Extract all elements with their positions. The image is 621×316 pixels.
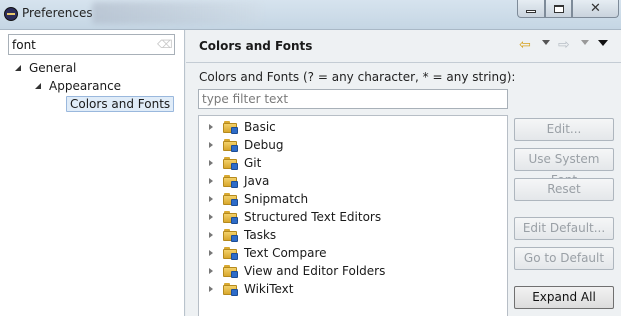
- window-title: Preferences: [22, 6, 93, 20]
- collapsed-twistie-icon[interactable]: [209, 286, 213, 292]
- collapsed-twistie-icon[interactable]: [209, 232, 213, 238]
- expand-all-button[interactable]: Expand All: [514, 286, 614, 309]
- category-structured-text-editors[interactable]: Structured Text Editors: [209, 208, 381, 226]
- window-titlebar: Preferences ✕: [0, 0, 621, 30]
- category-label: WikiText: [244, 282, 294, 296]
- category-label: Git: [244, 156, 262, 170]
- folder-icon: [223, 246, 239, 260]
- edit-button[interactable]: Edit...: [514, 118, 614, 141]
- category-basic[interactable]: Basic: [209, 118, 276, 136]
- preferences-search-input[interactable]: [8, 34, 175, 55]
- folder-icon: [223, 228, 239, 242]
- eclipse-app-icon: [4, 7, 18, 21]
- collapsed-twistie-icon[interactable]: [209, 124, 213, 130]
- folder-icon: [223, 210, 239, 224]
- category-label: View and Editor Folders: [244, 264, 386, 278]
- category-label: Debug: [244, 138, 284, 152]
- expanded-twistie-icon[interactable]: [15, 65, 21, 71]
- folder-icon: [223, 264, 239, 278]
- go-to-default-button[interactable]: Go to Default: [514, 247, 614, 270]
- minimize-button[interactable]: [517, 0, 545, 18]
- colors-and-fonts-page: Colors and Fonts ⇦ ⇨ Colors and Fonts (?…: [186, 30, 621, 316]
- collapsed-twistie-icon[interactable]: [209, 250, 213, 256]
- collapsed-twistie-icon[interactable]: [209, 142, 213, 148]
- collapsed-twistie-icon[interactable]: [209, 268, 213, 274]
- edit-default-button[interactable]: Edit Default...: [514, 217, 614, 240]
- folder-icon: [223, 138, 239, 152]
- tree-item-appearance[interactable]: Appearance: [35, 77, 121, 95]
- clear-search-icon[interactable]: ⌫: [157, 39, 173, 51]
- maximize-button[interactable]: [545, 0, 572, 18]
- folder-icon: [223, 156, 239, 170]
- close-button[interactable]: ✕: [572, 0, 619, 18]
- category-java[interactable]: Java: [209, 172, 269, 190]
- category-label: Snipmatch: [244, 192, 309, 206]
- back-history-dropdown-icon[interactable]: [542, 40, 550, 45]
- tree-item-label: Colors and Fonts: [66, 96, 175, 112]
- category-text-compare[interactable]: Text Compare: [209, 244, 327, 262]
- category-label: Text Compare: [244, 246, 327, 260]
- collapsed-twistie-icon[interactable]: [209, 196, 213, 202]
- category-label: Tasks: [244, 228, 277, 242]
- filter-input[interactable]: [198, 89, 508, 109]
- category-debug[interactable]: Debug: [209, 136, 283, 154]
- filter-description: Colors and Fonts (? = any character, * =…: [199, 70, 516, 84]
- tree-item-general[interactable]: General: [15, 59, 76, 77]
- category-label: Structured Text Editors: [244, 210, 382, 224]
- collapsed-twistie-icon[interactable]: [209, 178, 213, 184]
- category-tasks[interactable]: Tasks: [209, 226, 276, 244]
- folder-icon: [223, 282, 239, 296]
- close-icon: ✕: [590, 1, 601, 16]
- category-snipmatch[interactable]: Snipmatch: [209, 190, 308, 208]
- colors-fonts-tree[interactable]: Basic Debug Git Java Snipmatch Structure…: [198, 115, 508, 316]
- use-system-font-button[interactable]: Use System Font: [514, 148, 614, 187]
- reset-button[interactable]: Reset: [514, 178, 614, 201]
- category-label: Java: [244, 174, 270, 188]
- category-view-and-editor-folders[interactable]: View and Editor Folders: [209, 262, 385, 280]
- tree-item-label: Appearance: [49, 79, 122, 93]
- forward-arrow-icon[interactable]: ⇨: [558, 37, 570, 53]
- collapsed-twistie-icon[interactable]: [209, 214, 213, 220]
- folder-icon: [223, 174, 239, 188]
- expanded-twistie-icon[interactable]: [35, 83, 41, 89]
- folder-icon: [223, 120, 239, 134]
- category-git[interactable]: Git: [209, 154, 261, 172]
- minimize-icon: [526, 10, 536, 13]
- preferences-tree-panel: ⌫ General Appearance Colors and Fonts: [0, 30, 185, 316]
- blurred-background-region: [92, 2, 262, 24]
- folder-icon: [223, 192, 239, 206]
- tree-item-colors-and-fonts[interactable]: Colors and Fonts: [66, 95, 175, 113]
- tree-item-label: General: [29, 61, 77, 75]
- view-menu-icon[interactable]: [598, 40, 608, 46]
- forward-history-dropdown-icon[interactable]: [581, 40, 589, 45]
- maximize-icon: [553, 4, 564, 13]
- collapsed-twistie-icon[interactable]: [209, 160, 213, 166]
- category-wikitext[interactable]: WikiText: [209, 280, 294, 298]
- category-label: Basic: [244, 120, 276, 134]
- back-arrow-icon[interactable]: ⇦: [519, 37, 531, 53]
- header-divider: [186, 62, 621, 63]
- page-title: Colors and Fonts: [199, 39, 313, 53]
